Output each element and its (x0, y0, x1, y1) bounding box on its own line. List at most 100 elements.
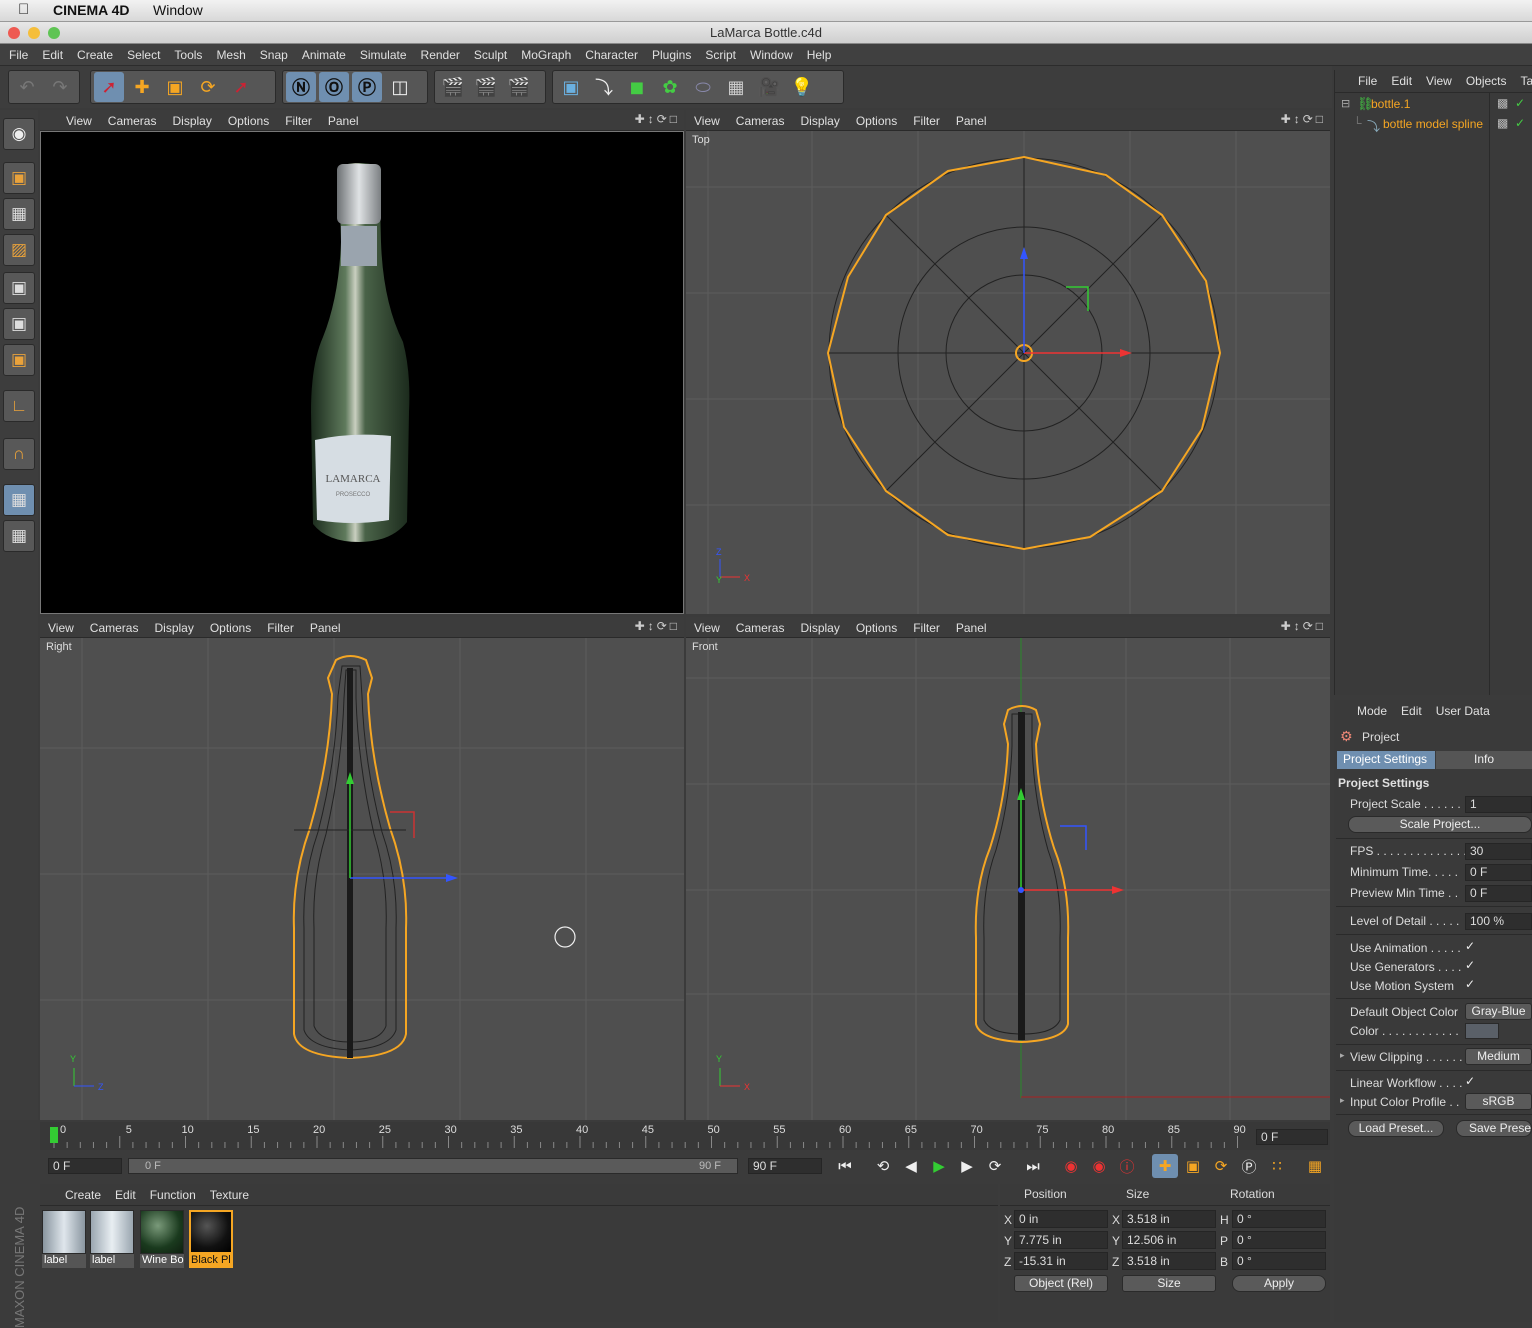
viewport-menu-view[interactable]: View (58, 114, 100, 128)
top-view-canvas[interactable]: Z X Y (686, 131, 1330, 614)
objects-menu-file[interactable]: File (1351, 74, 1384, 88)
attr-menu-user-data[interactable]: User Data (1429, 704, 1497, 718)
front-view-canvas[interactable]: YX (686, 638, 1330, 1120)
expand-toggle-icon[interactable]: ⊟ (1341, 97, 1350, 110)
viewport-nav-icons[interactable]: ✚↕⟳□ (1281, 112, 1326, 126)
menu-animate[interactable]: Animate (295, 48, 353, 62)
redo-icon[interactable]: ↷ (45, 72, 75, 102)
texture-mode-icon[interactable]: ▦ (3, 198, 35, 230)
scale-tool-icon[interactable]: ▣ (160, 72, 190, 102)
linear-workflow-checkbox[interactable]: ✓ (1465, 1074, 1475, 1088)
input-profile-dropdown[interactable]: sRGB (1465, 1093, 1532, 1110)
go-to-start-icon[interactable]: ⏮ (832, 1154, 858, 1178)
use-animation-checkbox[interactable]: ✓ (1465, 939, 1475, 953)
menu-script[interactable]: Script (698, 48, 743, 62)
material-name[interactable]: label (90, 1254, 134, 1268)
model-mode-icon[interactable]: ▣ (3, 162, 35, 194)
project-scale-field[interactable]: 1 (1465, 796, 1532, 813)
viewport-menu-cameras[interactable]: Cameras (728, 621, 793, 635)
record-rotation-icon[interactable]: ⟳ (1208, 1154, 1234, 1178)
attr-menu-mode[interactable]: Mode (1350, 704, 1394, 718)
viewport-menu-cameras[interactable]: Cameras (100, 114, 165, 128)
position-z-field[interactable]: -15.31 in (1014, 1252, 1108, 1270)
viewport-menu-filter[interactable]: Filter (905, 114, 948, 128)
material-swatch-wine-bottle[interactable] (140, 1210, 184, 1254)
position-x-field[interactable]: 0 in (1014, 1210, 1108, 1228)
viewport-menu-view[interactable]: View (686, 114, 728, 128)
rotate-tool-icon[interactable]: ⟳ (193, 72, 223, 102)
undo-icon[interactable]: ↶ (12, 72, 42, 102)
workplane-mode-icon[interactable]: ▨ (3, 234, 35, 266)
viewport-menu-panel[interactable]: Panel (302, 621, 349, 635)
keyframe-selection-icon[interactable]: ⓘ (1114, 1154, 1140, 1178)
rotation-b-field[interactable]: 0 ° (1232, 1252, 1326, 1270)
play-icon[interactable]: ▶ (926, 1154, 952, 1178)
menu-simulate[interactable]: Simulate (353, 48, 414, 62)
menu-select[interactable]: Select (120, 48, 167, 62)
start-frame-field[interactable]: 0 F (48, 1158, 122, 1174)
rotation-p-field[interactable]: 0 ° (1232, 1231, 1326, 1249)
scale-project-button[interactable]: Scale Project... (1348, 816, 1532, 833)
floor-scene-icon[interactable]: ▦ (721, 72, 751, 102)
record-pla-icon[interactable]: ∷ (1264, 1154, 1290, 1178)
menu-file[interactable]: File (2, 48, 35, 62)
coordinate-system-icon[interactable]: ◫ (385, 72, 415, 102)
playhead-marker[interactable] (50, 1127, 58, 1143)
end-frame-field[interactable]: 90 F (748, 1158, 822, 1174)
viewport-menu-cameras[interactable]: Cameras (728, 114, 793, 128)
planar-workplane-icon[interactable]: ▦ (3, 520, 35, 552)
polygons-mode-icon[interactable]: ▣ (3, 344, 35, 376)
viewport-menu-filter[interactable]: Filter (259, 621, 302, 635)
perspective-viewport[interactable]: View Cameras Display Options Filter Pane… (40, 110, 684, 614)
object-row-spline[interactable]: └ ⤵ bottle model spline ▩ ✓ (1339, 116, 1529, 134)
size-y-field[interactable]: 12.506 in (1122, 1231, 1216, 1249)
view-clipping-expand-icon[interactable]: ▸ (1340, 1050, 1345, 1061)
material-swatch-black-plastic[interactable] (189, 1210, 233, 1254)
viewport-menu-display[interactable]: Display (146, 621, 201, 635)
view-clipping-dropdown[interactable]: Medium (1465, 1048, 1532, 1065)
material-name[interactable]: label (42, 1254, 86, 1268)
spline-pen-icon[interactable]: ⤵ (589, 72, 619, 102)
coordinate-mode-dropdown[interactable]: Object (Rel) (1014, 1275, 1108, 1292)
position-y-field[interactable]: 7.775 in (1014, 1231, 1108, 1249)
tab-project-settings[interactable]: Project Settings (1337, 751, 1435, 769)
right-viewport[interactable]: View Cameras Display Options Filter Pane… (40, 617, 684, 1120)
deformer-icon[interactable]: ⬭ (688, 72, 718, 102)
viewport-menu-filter[interactable]: Filter (277, 114, 320, 128)
app-name[interactable]: CINEMA 4D (53, 2, 130, 18)
previous-frame-icon[interactable]: ◀ (898, 1154, 924, 1178)
use-generators-checkbox[interactable]: ✓ (1465, 958, 1475, 972)
apple-icon[interactable]:  (18, 1, 29, 18)
viewport-menu-view[interactable]: View (686, 621, 728, 635)
previous-key-icon[interactable]: ⟲ (870, 1154, 896, 1178)
preview-min-field[interactable]: 0 F (1465, 885, 1532, 902)
material-name-selected[interactable]: Black Pl (189, 1254, 233, 1268)
object-name[interactable]: bottle.1 (1371, 97, 1410, 111)
viewport-menu-options[interactable]: Options (848, 621, 905, 635)
scheme-settings-icon[interactable]: ▦ (1302, 1154, 1328, 1178)
viewport-menu-display[interactable]: Display (792, 114, 847, 128)
visibility-icon[interactable]: ▩ (1497, 116, 1508, 130)
viewport-menu-cameras[interactable]: Cameras (82, 621, 147, 635)
viewport-menu-display[interactable]: Display (164, 114, 219, 128)
right-view-canvas[interactable]: YZ (40, 638, 684, 1120)
menu-create[interactable]: Create (70, 48, 120, 62)
perspective-render-canvas[interactable]: LAMARCA PROSECCO (40, 131, 684, 614)
workplane-lock-icon[interactable]: ▦ (3, 484, 35, 516)
record-parameter-icon[interactable]: Ⓟ (1236, 1154, 1262, 1178)
render-picture-viewer-icon[interactable]: 🎬 (471, 72, 501, 102)
menu-mograph[interactable]: MoGraph (514, 48, 578, 62)
object-row-bottle[interactable]: ⊟ ⛓ bottle.1 ▩ ✓ (1339, 96, 1529, 114)
edges-mode-icon[interactable]: ▣ (3, 308, 35, 340)
viewport-menu-view[interactable]: View (40, 621, 82, 635)
camera-icon[interactable]: 🎥 (754, 72, 784, 102)
menu-tools[interactable]: Tools (167, 48, 209, 62)
enabled-check-icon[interactable]: ✓ (1515, 116, 1525, 130)
snap-magnet-icon[interactable]: ∩ (3, 438, 35, 470)
viewport-menu-options[interactable]: Options (848, 114, 905, 128)
fps-field[interactable]: 30 (1465, 843, 1532, 860)
make-editable-icon[interactable]: ◉ (3, 118, 35, 150)
record-keys-icon[interactable]: ◉ (1058, 1154, 1084, 1178)
material-menu-texture[interactable]: Texture (203, 1188, 256, 1202)
next-frame-icon[interactable]: ▶ (954, 1154, 980, 1178)
